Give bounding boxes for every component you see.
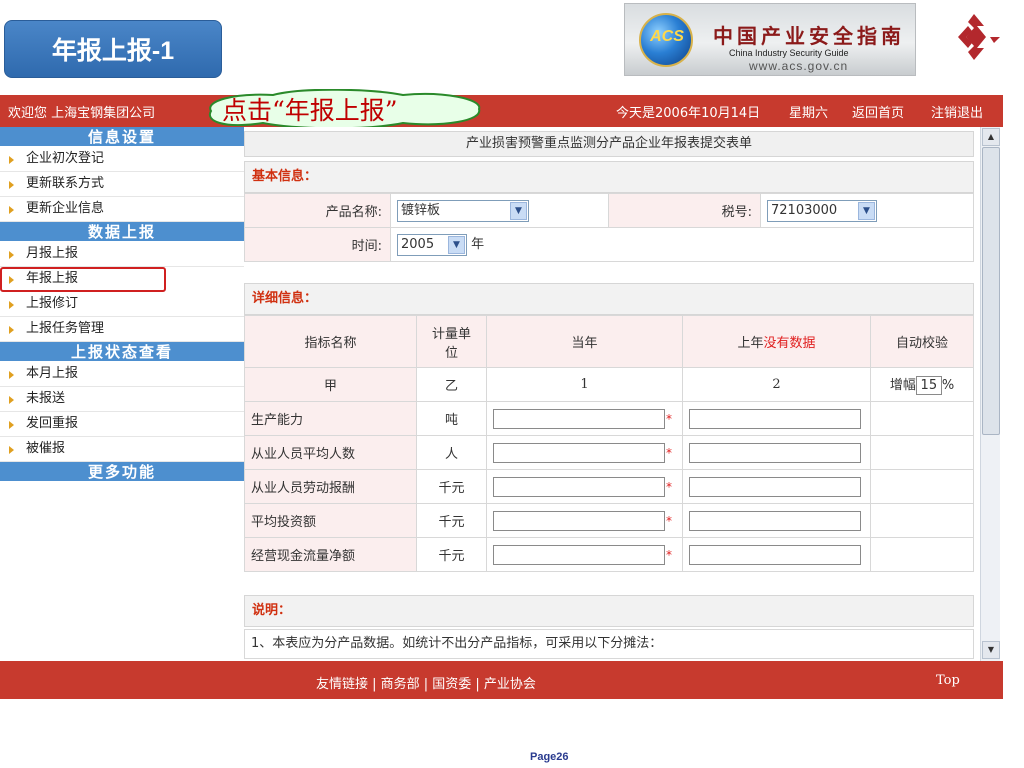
chevron-down-icon: ▼: [510, 201, 527, 220]
code-row-name: 甲: [244, 367, 417, 402]
acs-banner-logo: ACS 中国产业安全指南 China Industry Security Gui…: [624, 3, 916, 76]
date-text: 今天是2006年10月14日: [616, 106, 761, 121]
page-number: Page26: [530, 751, 569, 763]
sidebar-item-update-contact[interactable]: 更新联系方式: [0, 172, 244, 197]
current-value-input[interactable]: [493, 476, 665, 497]
scroll-thumb[interactable]: [982, 147, 1000, 435]
code-row-prev: 2: [682, 367, 871, 402]
row-name: 经营现金流量净额: [244, 537, 417, 572]
top-link[interactable]: Top: [936, 673, 960, 688]
row-name: 从业人员劳动报酬: [244, 469, 417, 504]
prev-value-input[interactable]: [689, 544, 861, 565]
sidebar-item-first-registration[interactable]: 企业初次登记: [0, 147, 244, 172]
banner-url: www.acs.gov.cn: [749, 59, 849, 73]
logout-link[interactable]: 注销退出: [931, 102, 983, 121]
sidebar-item-this-month[interactable]: 本月上报: [0, 362, 244, 387]
required-mark: *: [666, 411, 672, 426]
tax-value: 72103000: [771, 202, 838, 218]
row-unit: 人: [416, 435, 487, 470]
callout-text: 点击“年报上报”: [222, 96, 398, 125]
sidebar-section-info: 信息设置: [0, 127, 244, 147]
scroll-down-icon[interactable]: ▼: [982, 641, 1000, 659]
vertical-scrollbar[interactable]: ▲ ▼: [980, 127, 1000, 661]
required-mark: *: [666, 445, 672, 460]
row-name: 生产能力: [244, 401, 417, 436]
col-header-prev-label: 上年: [737, 336, 764, 351]
prev-value-input[interactable]: [689, 408, 861, 429]
company-logo-icon: [958, 14, 1000, 60]
detail-table: 指标名称 计量单位 当年 上年没有数据 自动校验 甲 乙 1 2 增幅 15% 生…: [244, 315, 974, 572]
sidebar-item-reminded[interactable]: 被催报: [0, 437, 244, 462]
basic-info-table: 产品名称: 镀锌板 ▼ 税号: 72103000 ▼ 时间: 2005 ▼ 年: [244, 193, 974, 262]
footer-bar: 友情链接 | 商务部 | 国资委 | 产业协会 Top: [0, 661, 1003, 699]
year-select[interactable]: 2005 ▼: [397, 233, 467, 256]
sidebar-item-task-management[interactable]: 上报任务管理: [0, 317, 244, 342]
banner-en-title: China Industry Security Guide: [729, 48, 849, 58]
growth-unit: %: [941, 378, 955, 393]
sidebar-item-annual-report[interactable]: 年报上报: [0, 267, 166, 292]
welcome-text: 欢迎您 上海宝钢集团公司: [8, 106, 156, 121]
current-value-input[interactable]: [493, 544, 665, 565]
col-header-current: 当年: [486, 315, 683, 368]
banner-cn-title: 中国产业安全指南: [713, 24, 905, 48]
required-mark: *: [666, 547, 672, 562]
sidebar-item-not-submitted[interactable]: 未报送: [0, 387, 244, 412]
code-row-current: 1: [486, 367, 683, 402]
form-title: 产业损害预警重点监测分产品企业年报表提交表单: [244, 131, 974, 157]
product-value: 镀锌板: [401, 202, 441, 218]
sidebar-item-report-revision[interactable]: 上报修订: [0, 292, 244, 317]
product-label: 产品名称:: [244, 193, 391, 228]
sidebar-section-status: 上报状态查看: [0, 342, 244, 362]
sidebar-section-more[interactable]: 更多功能: [0, 462, 244, 482]
sidebar-item-monthly-report[interactable]: 月报上报: [0, 242, 244, 267]
basic-info-header: 基本信息：: [244, 161, 974, 193]
chevron-down-icon: ▼: [858, 201, 875, 220]
no-data-text: 没有数据: [763, 336, 816, 351]
scroll-up-icon[interactable]: ▲: [982, 128, 1000, 146]
row-name: 平均投资额: [244, 503, 417, 538]
col-header-prev: 上年没有数据: [682, 315, 871, 368]
top-nav-bar: 欢迎您 上海宝钢集团公司 今天是2006年10月14日 星期六 返回首页 注销退…: [0, 95, 1003, 127]
home-link[interactable]: 返回首页: [852, 102, 904, 121]
current-value-input[interactable]: [493, 442, 665, 463]
note-text: 1、本表应为分产品数据。如统计不出分产品指标，可采用以下分摊法：: [244, 629, 974, 659]
growth-input[interactable]: 15: [915, 376, 942, 395]
tax-select[interactable]: 72103000 ▼: [767, 199, 877, 222]
sidebar-item-update-company[interactable]: 更新企业信息: [0, 197, 244, 222]
code-row-unit: 乙: [416, 367, 487, 402]
note-header: 说明：: [244, 595, 974, 627]
current-value-input[interactable]: [493, 408, 665, 429]
year-unit: 年: [471, 237, 485, 253]
growth-label: 增幅: [889, 378, 916, 393]
weekday-text: 星期六: [789, 106, 829, 121]
row-name: 从业人员平均人数: [244, 435, 417, 470]
form-content: 产业损害预警重点监测分产品企业年报表提交表单 基本信息： 产品名称: 镀锌板 ▼…: [244, 127, 980, 661]
footer-links[interactable]: 友情链接 | 商务部 | 国资委 | 产业协会: [316, 673, 536, 692]
chevron-down-icon: ▼: [448, 235, 465, 254]
required-mark: *: [666, 513, 672, 528]
acs-logo-text: ACS: [650, 28, 684, 45]
prev-value-input[interactable]: [689, 476, 861, 497]
time-label: 时间:: [244, 227, 391, 262]
sidebar: 信息设置 企业初次登记 更新联系方式 更新企业信息 数据上报 月报上报 年报上报…: [0, 127, 244, 661]
row-unit: 千元: [416, 469, 487, 504]
product-select[interactable]: 镀锌板 ▼: [397, 199, 529, 222]
col-header-name: 指标名称: [244, 315, 417, 368]
current-value-input[interactable]: [493, 510, 665, 531]
prev-value-input[interactable]: [689, 510, 861, 531]
sidebar-item-returned[interactable]: 发回重报: [0, 412, 244, 437]
slide-title: 年报上报-1: [4, 20, 222, 78]
row-unit: 千元: [416, 503, 487, 538]
sidebar-section-data-report: 数据上报: [0, 222, 244, 242]
row-unit: 千元: [416, 537, 487, 572]
row-unit: 吨: [416, 401, 487, 436]
prev-value-input[interactable]: [689, 442, 861, 463]
col-header-unit: 计量单位: [416, 315, 487, 368]
growth-check-cell: 增幅 15%: [870, 367, 974, 402]
required-mark: *: [666, 479, 672, 494]
tax-label: 税号:: [608, 193, 761, 228]
detail-info-header: 详细信息：: [244, 283, 974, 315]
year-value: 2005: [401, 236, 435, 252]
col-header-check: 自动校验: [870, 315, 974, 368]
